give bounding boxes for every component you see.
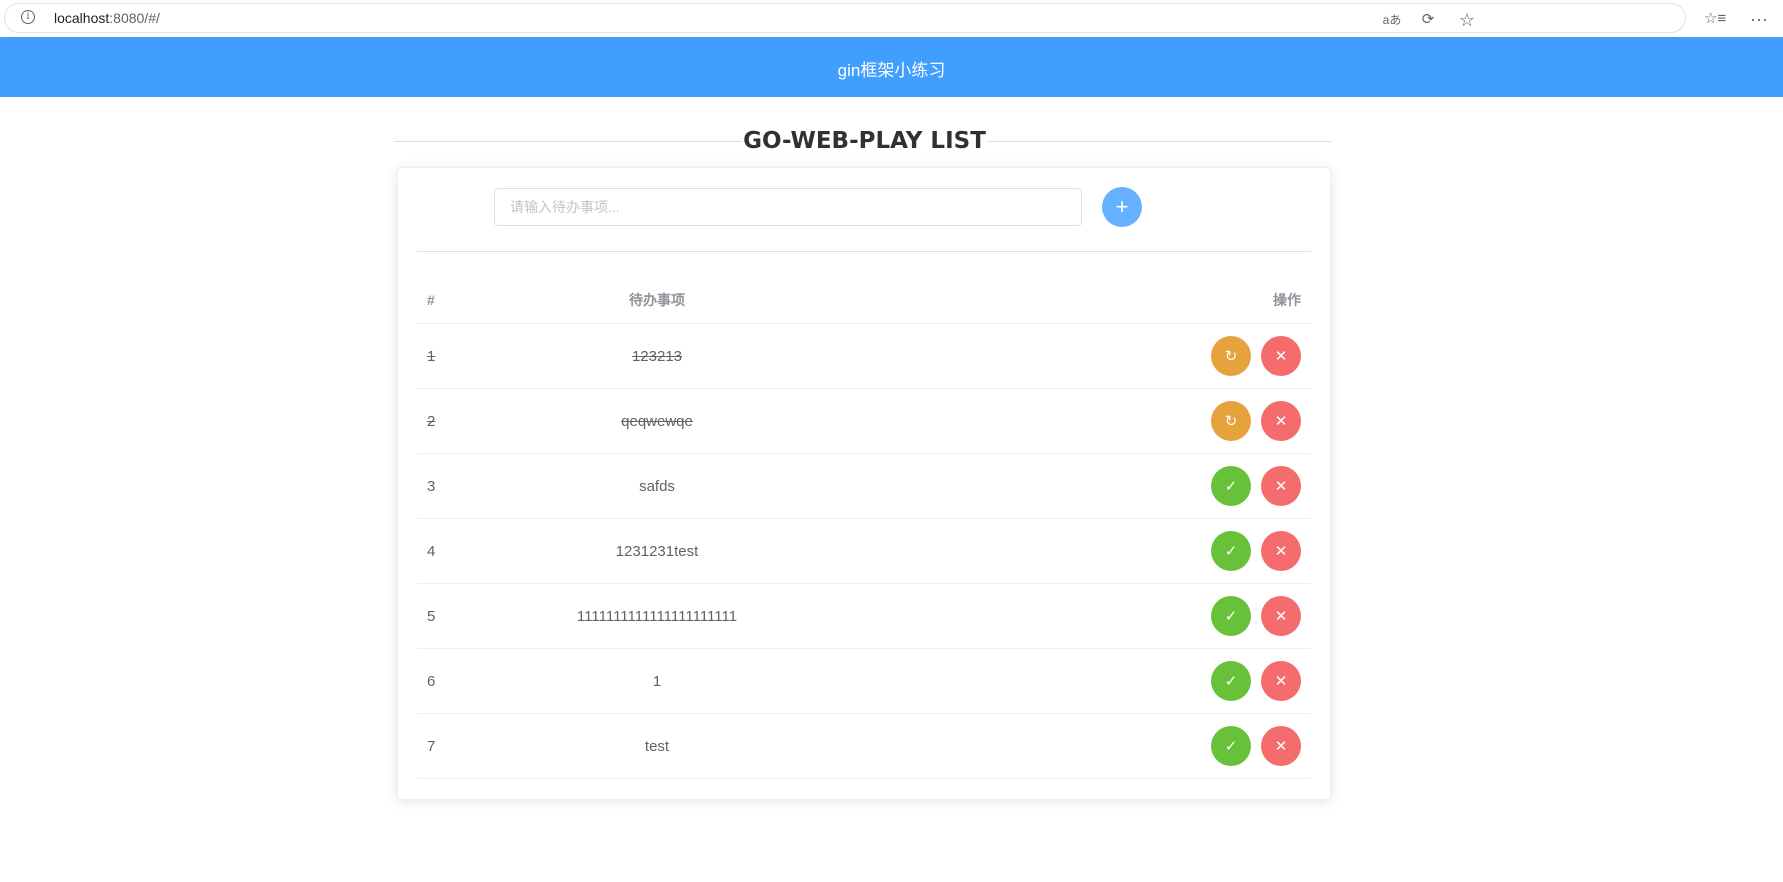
row-spacer [817,518,1141,584]
complete-button[interactable]: ✓ [1211,531,1251,571]
row-actions: ↻ ✕ [1141,388,1311,454]
row-index: 2 [417,388,497,454]
delete-button[interactable]: ✕ [1261,336,1301,376]
edge-sync-icon[interactable]: ⟳ [1417,10,1439,30]
url-text[interactable]: localhost:8080/#/ [54,10,160,26]
table-header-row: # 待办事项 操作 [417,277,1311,324]
check-icon: ✓ [1224,672,1238,690]
row-index: 1 [417,323,497,389]
table-row: 3 safds ✓ ✕ [417,453,1311,519]
close-icon: ✕ [1274,477,1288,495]
row-index: 5 [417,583,497,649]
more-icon[interactable]: ··· [1748,9,1770,29]
row-item: 1 [497,648,817,714]
row-spacer [817,388,1141,454]
delete-button[interactable]: ✕ [1261,596,1301,636]
row-actions: ✓ ✕ [1141,713,1311,779]
table-row: 5 1111111111111111111111 ✓ ✕ [417,583,1311,649]
refresh-icon: ↻ [1224,347,1238,365]
address-bar[interactable]: i localhost:8080/#/ aあ ⟳ ☆ [4,3,1686,33]
row-spacer [817,323,1141,389]
row-actions: ✓ ✕ [1141,648,1311,714]
check-icon: ✓ [1224,542,1238,560]
row-item: 1111111111111111111111 [497,583,817,649]
browser-toolbar: i localhost:8080/#/ aあ ⟳ ☆ ☆≡ ··· [0,0,1783,37]
app-title: gin框架小练习 [837,61,946,80]
table-row: 2 qeqwewqe ↻ ✕ [417,388,1311,454]
delete-button[interactable]: ✕ [1261,726,1301,766]
check-icon: ✓ [1224,607,1238,625]
row-item: 1231231test [497,518,817,584]
row-item: qeqwewqe [497,388,817,454]
row-spacer [817,583,1141,649]
table-row: 4 1231231test ✓ ✕ [417,518,1311,584]
complete-button[interactable]: ✓ [1211,661,1251,701]
row-actions: ✓ ✕ [1141,518,1311,584]
table-row: 7 test ✓ ✕ [417,713,1311,779]
app-header: gin框架小练习 [0,37,1783,97]
card-divider [417,251,1311,252]
todo-input[interactable] [494,188,1082,226]
close-icon: ✕ [1274,412,1288,430]
check-icon: ✓ [1224,737,1238,755]
delete-button[interactable]: ✕ [1261,401,1301,441]
info-icon[interactable]: i [21,10,35,24]
row-actions: ✓ ✕ [1141,453,1311,519]
column-header-index: # [417,277,497,324]
column-header-item: 待办事项 [497,277,817,324]
delete-button[interactable]: ✕ [1261,661,1301,701]
column-header-spacer [817,277,1141,324]
add-todo-button[interactable]: + [1102,187,1142,227]
table-row: 1 123213 ↻ ✕ [417,323,1311,389]
row-item: 123213 [497,323,817,389]
row-item: safds [497,453,817,519]
row-spacer [817,648,1141,714]
refresh-icon: ↻ [1224,412,1238,430]
complete-button[interactable]: ✓ [1211,726,1251,766]
complete-button[interactable]: ✓ [1211,466,1251,506]
delete-button[interactable]: ✕ [1261,466,1301,506]
row-index: 3 [417,453,497,519]
close-icon: ✕ [1274,607,1288,625]
close-icon: ✕ [1274,737,1288,755]
favorite-star-icon[interactable]: ☆ [1456,10,1478,30]
todo-card: + # 待办事项 操作 1123213↻✕2qeqwewqe↻✕3safds✓✕… [397,167,1331,800]
row-index: 7 [417,713,497,779]
row-actions: ✓ ✕ [1141,583,1311,649]
read-aloud-icon[interactable]: aあ [1381,10,1403,30]
check-icon: ✓ [1224,477,1238,495]
row-spacer [817,713,1141,779]
section-title: GO-WEB-PLAY LIST [742,126,987,156]
close-icon: ✕ [1274,347,1288,365]
close-icon: ✕ [1274,542,1288,560]
row-index: 6 [417,648,497,714]
row-spacer [817,453,1141,519]
close-icon: ✕ [1274,672,1288,690]
undo-button[interactable]: ↻ [1211,336,1251,376]
delete-button[interactable]: ✕ [1261,531,1301,571]
undo-button[interactable]: ↻ [1211,401,1251,441]
row-actions: ↻ ✕ [1141,323,1311,389]
row-item: test [497,713,817,779]
column-header-actions: 操作 [1141,277,1311,324]
todo-table: # 待办事项 操作 1 123213 ↻ ✕ 2 qeqwewqe ↻ ✕ 3 safds ✓ ✕ 4 1… [417,277,1311,779]
favorites-list-icon[interactable]: ☆≡ [1704,9,1726,29]
table-row: 6 1 ✓ ✕ [417,648,1311,714]
row-index: 4 [417,518,497,584]
complete-button[interactable]: ✓ [1211,596,1251,636]
